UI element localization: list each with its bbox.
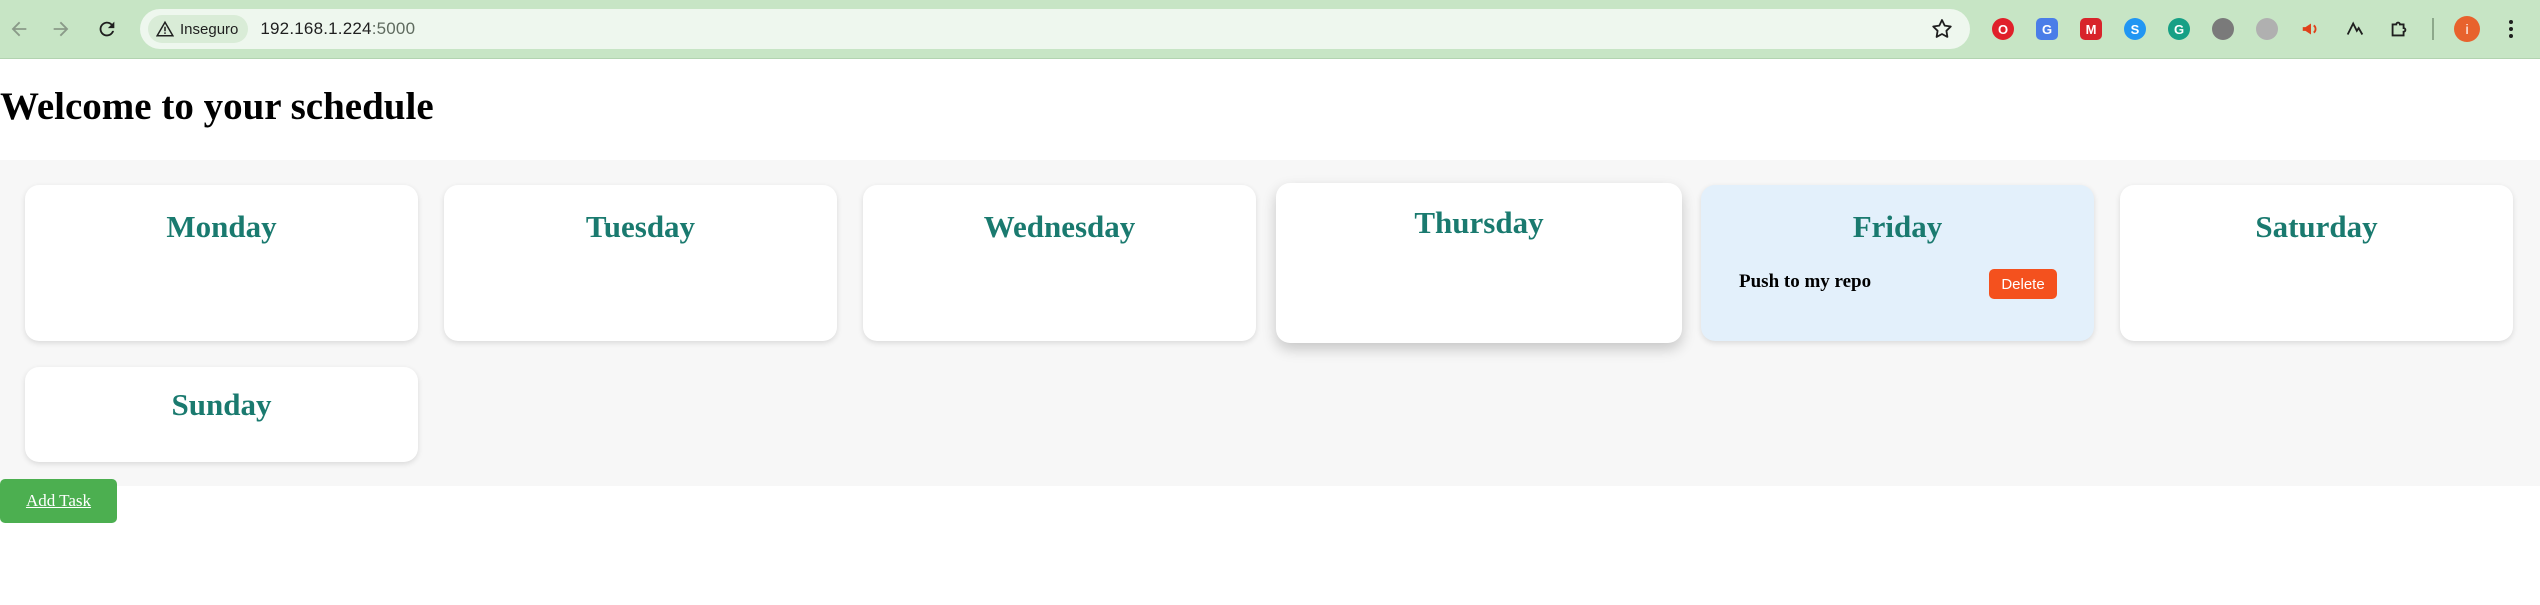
day-card-saturday: Saturday [2120,185,2513,341]
reload-button[interactable] [90,12,124,46]
day-card-sunday: Sunday [25,367,418,462]
day-title-saturday: Saturday [2255,209,2378,244]
megaphone-icon[interactable] [2296,14,2326,44]
reload-icon [99,21,115,37]
mouse-ext-icon[interactable] [2252,14,2282,44]
grammarly-icon[interactable]: G [2164,14,2194,44]
day-card-friday: Friday Push to my repo Delete [1701,185,2094,341]
kebab-menu-icon [2501,14,2521,44]
day-title-wednesday: Wednesday [983,209,1136,244]
day-title-monday: Monday [166,209,277,244]
forward-button[interactable] [44,12,78,46]
extensions-bar: O G M S G i [1988,14,2526,44]
translate-icon[interactable]: G [2032,14,2062,44]
toolbar-divider [2432,18,2434,40]
script-ext-icon[interactable] [2340,14,2370,44]
mega-icon[interactable]: M [2076,14,2106,44]
profile-avatar[interactable]: i [2452,14,2482,44]
day-card-wednesday: Wednesday [863,185,1256,341]
day-card-thursday: Thursday [1276,183,1682,343]
browser-toolbar: Inseguro 192.168.1.224:5000 O G M S G i [0,0,2540,59]
page-title: Welcome to your schedule [0,85,434,128]
menu-button[interactable] [2496,14,2526,44]
security-label: Inseguro [180,20,239,38]
sync-icon[interactable]: S [2120,14,2150,44]
task-text: Push to my repo [1739,271,1872,292]
puzzle-icon[interactable] [2384,14,2414,44]
url-port: :5000 [371,19,416,38]
bookmark-star-icon[interactable] [1930,17,1954,41]
add-task-button[interactable]: Add Task [0,479,117,523]
day-title-tuesday: Tuesday [585,209,696,244]
circle-ext-icon[interactable] [2208,14,2238,44]
schedule-container: Monday Tuesday Wednesday Thursday Friday… [0,160,2540,486]
day-title-friday: Friday [1852,209,1943,244]
day-title-sunday: Sunday [171,387,272,422]
day-card-monday: Monday [25,185,418,341]
back-button[interactable] [2,12,36,46]
url-host: 192.168.1.224 [260,19,372,38]
forward-arrow-icon [53,21,69,37]
day-card-tuesday: Tuesday [444,185,837,341]
security-chip[interactable]: Inseguro [148,15,249,43]
back-arrow-icon [11,21,27,37]
opera-icon[interactable]: O [1988,14,2018,44]
warning-triangle-icon [156,20,174,37]
url-text[interactable]: 192.168.1.224:5000 [260,19,415,39]
delete-task-button[interactable]: Delete [1989,269,2057,299]
address-bar[interactable]: Inseguro 192.168.1.224:5000 [140,9,1970,49]
day-title-thursday: Thursday [1414,205,1544,240]
